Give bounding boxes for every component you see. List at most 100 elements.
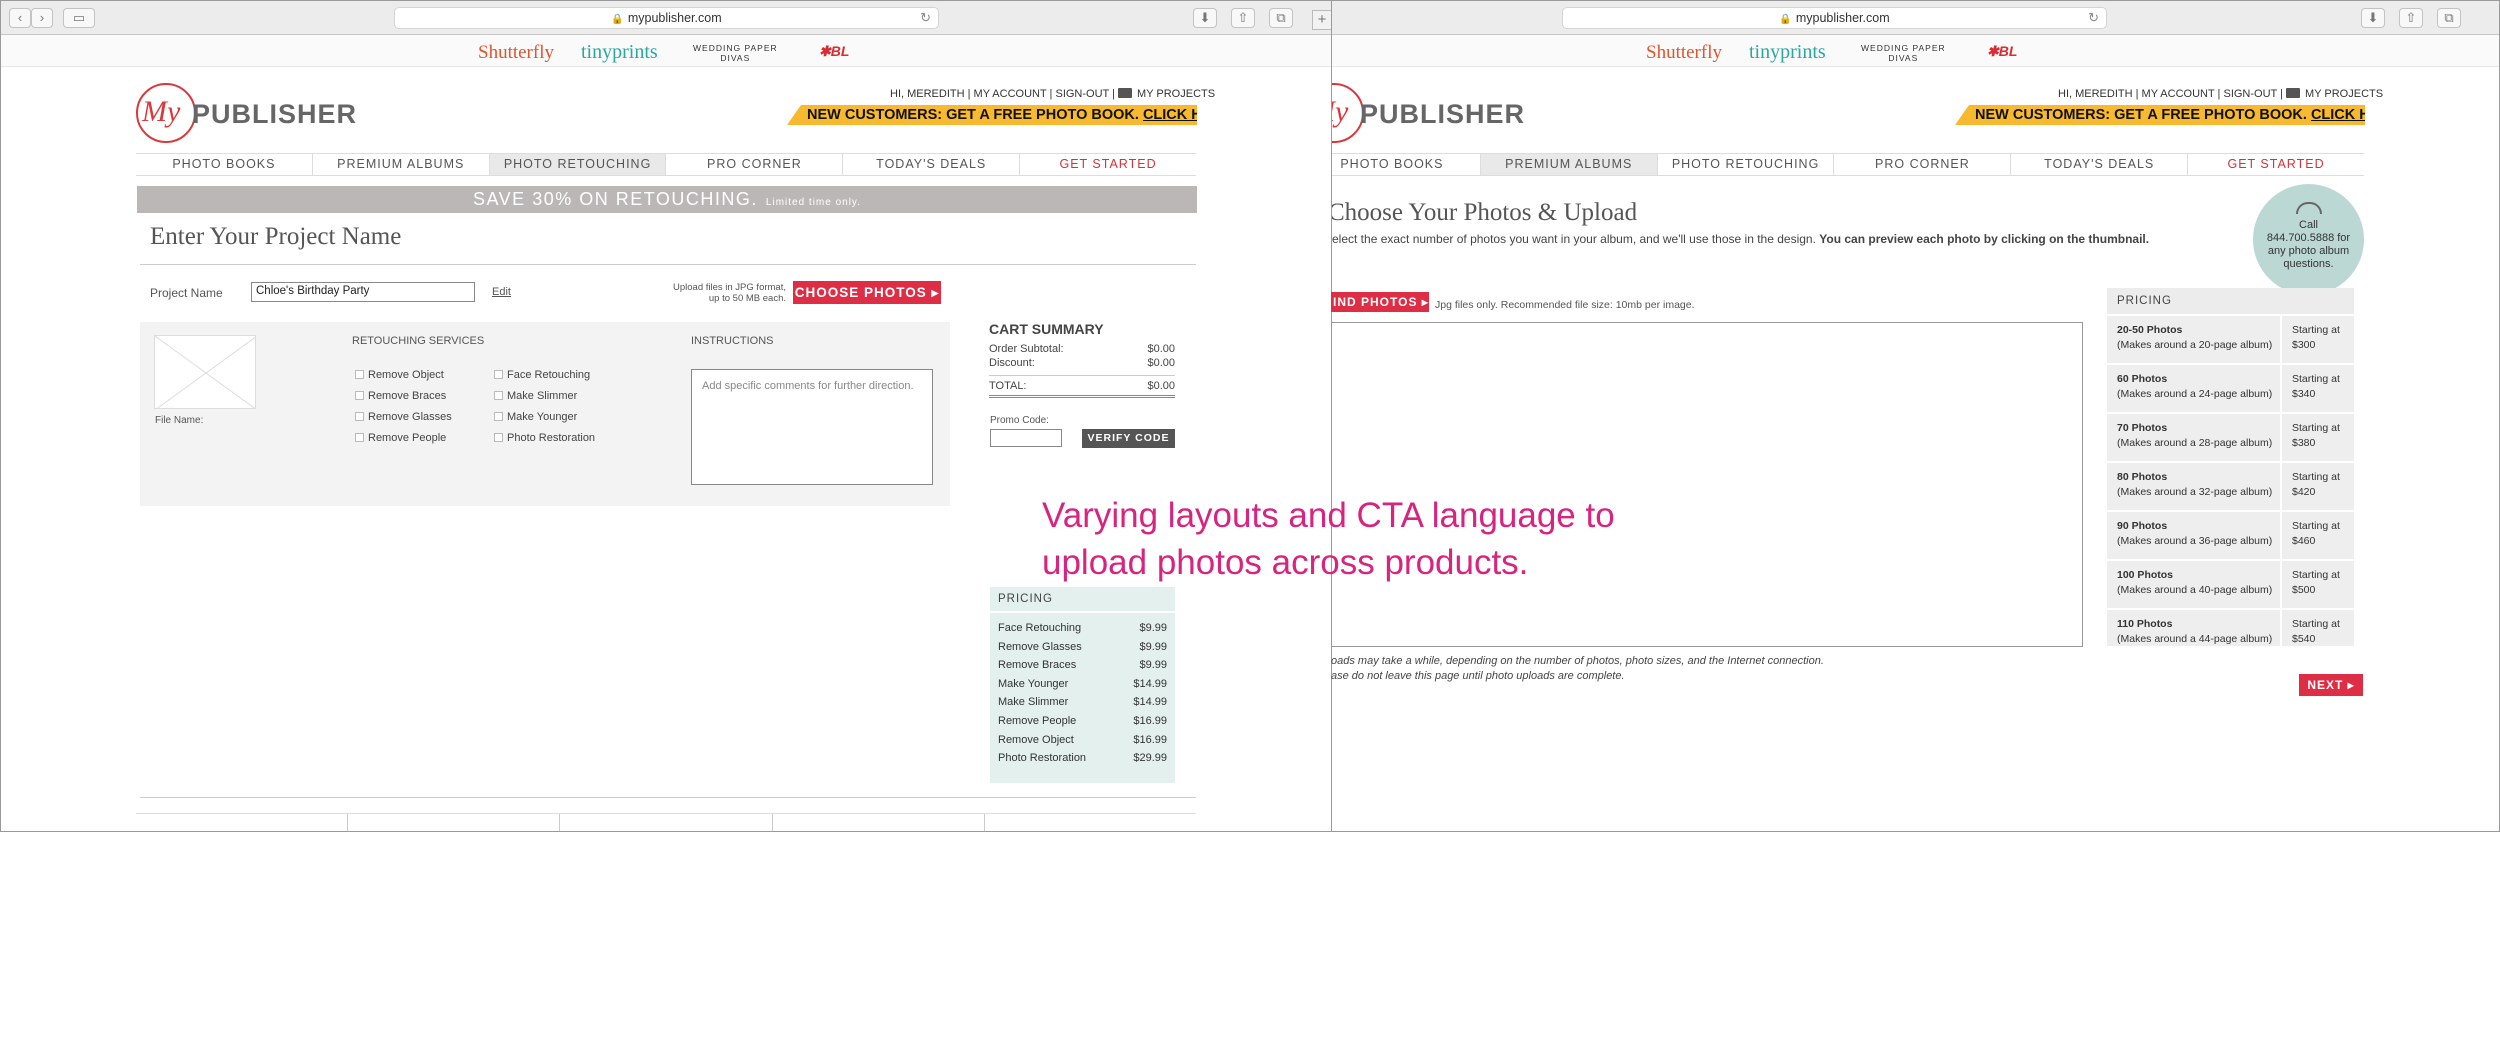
instructions-textarea[interactable]: Add specific comments for further direct… bbox=[691, 369, 933, 485]
pricing-from: Starting at bbox=[2292, 422, 2340, 434]
sidebar-icon[interactable]: ▭ bbox=[63, 8, 95, 28]
pricing-desc: (Makes around a 32-page album) bbox=[2117, 485, 2273, 498]
nav-photo-retouching[interactable]: PHOTO RETOUCHING bbox=[1658, 154, 1835, 175]
price-item-price: $9.99 bbox=[1139, 622, 1167, 634]
tinyprints-link[interactable]: tinyprints bbox=[581, 41, 658, 64]
nav-todays-deals[interactable]: TODAY'S DEALS bbox=[843, 154, 1021, 175]
bl-link[interactable]: ✱BL bbox=[819, 43, 849, 60]
checkbox-remove-glasses[interactable]: Remove Glasses bbox=[355, 411, 452, 423]
pricing-photos: 70 Photos bbox=[2117, 422, 2168, 434]
cart-row-value: $0.00 bbox=[1147, 343, 1175, 355]
forward-icon[interactable]: › bbox=[31, 8, 53, 28]
nav-photo-books[interactable]: PHOTO BOOKS bbox=[1332, 154, 1481, 175]
reload-icon[interactable]: ↻ bbox=[920, 8, 931, 28]
my-account-link[interactable]: MY ACCOUNT bbox=[974, 88, 1047, 100]
upload-note-line2: ase do not leave this page until photo u… bbox=[1331, 670, 1625, 682]
checkbox-box[interactable] bbox=[355, 370, 364, 379]
pricing-photos: 60 Photos bbox=[2117, 373, 2168, 385]
checkbox-make-younger[interactable]: Make Younger bbox=[494, 411, 577, 423]
nav-pro-corner[interactable]: PRO CORNER bbox=[666, 154, 844, 175]
price-item-name: Face Retouching bbox=[998, 622, 1082, 634]
promo-click-here-link[interactable]: CLICK HERE bbox=[1143, 107, 1197, 123]
back-icon[interactable]: ‹ bbox=[9, 8, 31, 28]
nav-pro-corner[interactable]: PRO CORNER bbox=[1834, 154, 2012, 175]
choose-photos-button[interactable]: CHOOSE PHOTOS ▸ bbox=[793, 281, 941, 304]
address-bar[interactable]: 🔒 mypublisher.com ↻ bbox=[1562, 7, 2107, 29]
checkbox-remove-braces[interactable]: Remove Braces bbox=[355, 390, 446, 402]
share-icon[interactable]: ⇧ bbox=[1231, 8, 1255, 28]
nav-photo-books[interactable]: PHOTO BOOKS bbox=[136, 154, 313, 175]
photo-thumbnail[interactable] bbox=[154, 335, 256, 409]
pricing-row: Face Retouching $9.99 bbox=[990, 619, 1175, 638]
sign-out-link[interactable]: SIGN-OUT bbox=[2223, 88, 2277, 100]
checkbox-face-retouching[interactable]: Face Retouching bbox=[494, 369, 590, 381]
tabs-icon[interactable]: ⧉ bbox=[2437, 8, 2461, 28]
tabs-icon[interactable]: ⧉ bbox=[1269, 8, 1293, 28]
checkbox-box[interactable] bbox=[355, 412, 364, 421]
reload-icon[interactable]: ↻ bbox=[2088, 8, 2099, 28]
project-name-input[interactable]: Chloe's Birthday Party bbox=[251, 282, 475, 302]
pricing-desc: (Makes around a 44-page album) bbox=[2117, 632, 2273, 645]
wedding-paper-divas-link[interactable]: WEDDING PAPER DIVAS bbox=[1861, 43, 1946, 63]
checkbox-box[interactable] bbox=[494, 370, 503, 379]
nav-get-started[interactable]: GET STARTED bbox=[2188, 154, 2364, 175]
download-icon[interactable]: ⬇ bbox=[1193, 8, 1217, 28]
wedding-paper-divas-link[interactable]: WEDDING PAPER DIVAS bbox=[693, 43, 778, 63]
brand-bar: Shutterfly tinyprints WEDDING PAPER DIVAS… bbox=[1, 35, 1331, 67]
sign-out-link[interactable]: SIGN-OUT bbox=[1055, 88, 1109, 100]
pricing-photos: 90 Photos bbox=[2117, 520, 2168, 532]
nav-premium-albums[interactable]: PREMIUM ALBUMS bbox=[1480, 154, 1658, 175]
my-projects-link[interactable]: MY PROJECTS bbox=[1137, 88, 1215, 100]
find-photos-button[interactable]: IND PHOTOS ▸ bbox=[1331, 292, 1429, 312]
checkbox-label: Photo Restoration bbox=[507, 432, 596, 444]
pricing-price: $500 bbox=[2292, 583, 2316, 596]
sale-main-text: SAVE 30% ON RETOUCHING. bbox=[473, 189, 758, 209]
checkbox-box[interactable] bbox=[494, 412, 503, 421]
nav-todays-deals[interactable]: TODAY'S DEALS bbox=[2011, 154, 2189, 175]
download-icon[interactable]: ⬇ bbox=[2361, 8, 2385, 28]
checkbox-photo-restoration[interactable]: Photo Restoration bbox=[494, 432, 595, 444]
subtitle-text: elect the exact number of photos you wan… bbox=[1332, 232, 1816, 246]
checkbox-box[interactable] bbox=[355, 433, 364, 442]
checkbox-label: Remove Object bbox=[368, 369, 444, 381]
new-tab-icon[interactable]: + bbox=[1312, 10, 1331, 30]
price-item-price: $16.99 bbox=[1133, 733, 1167, 746]
checkbox-remove-object[interactable]: Remove Object bbox=[355, 369, 444, 381]
checkbox-box[interactable] bbox=[355, 391, 364, 400]
upload-note-line2: up to 50 MB each. bbox=[708, 293, 786, 304]
pricing-rows: Face Retouching $9.99 Remove Glasses $9.99… bbox=[990, 613, 1175, 768]
promo-code-input[interactable] bbox=[990, 429, 1062, 447]
promo-click-here-link[interactable]: CLICK HERE bbox=[2311, 107, 2365, 123]
tinyprints-link[interactable]: tinyprints bbox=[1749, 41, 1826, 64]
verify-code-button[interactable]: VERIFY CODE bbox=[1082, 429, 1175, 448]
photo-drop-zone[interactable] bbox=[1331, 322, 2083, 647]
pricing-row: 70 Photos (Makes around a 28-page album) S… bbox=[2107, 414, 2354, 463]
my-account-link[interactable]: MY ACCOUNT bbox=[2142, 88, 2215, 100]
next-button[interactable]: NEXT ▸ bbox=[2299, 674, 2363, 696]
address-bar[interactable]: 🔒 mypublisher.com ↻ bbox=[394, 7, 939, 29]
shutterfly-link[interactable]: Shutterfly bbox=[478, 42, 554, 64]
checkbox-box[interactable] bbox=[494, 391, 503, 400]
pricing-cell-photos: 70 Photos (Makes around a 28-page album) bbox=[2107, 414, 2282, 461]
pricing-cell-photos: 80 Photos (Makes around a 32-page album) bbox=[2107, 463, 2282, 510]
share-icon[interactable]: ⇧ bbox=[2399, 8, 2423, 28]
mypublisher-logo[interactable]: My PUBLISHER bbox=[1332, 83, 1524, 145]
pricing-row: 60 Photos (Makes around a 24-page album) S… bbox=[2107, 365, 2354, 414]
mypublisher-logo[interactable]: My PUBLISHER bbox=[136, 83, 356, 145]
pricing-row: Make Younger $14.99 bbox=[990, 675, 1175, 694]
nav-premium-albums[interactable]: PREMIUM ALBUMS bbox=[313, 154, 490, 175]
shutterfly-link[interactable]: Shutterfly bbox=[1646, 42, 1722, 64]
checkbox-make-slimmer[interactable]: Make Slimmer bbox=[494, 390, 577, 402]
edit-link[interactable]: Edit bbox=[492, 286, 511, 298]
placeholder-image-icon bbox=[155, 336, 255, 408]
nav-photo-retouching[interactable]: PHOTO RETOUCHING bbox=[489, 154, 667, 175]
nav-get-started[interactable]: GET STARTED bbox=[1020, 154, 1196, 175]
checkbox-remove-people[interactable]: Remove People bbox=[355, 432, 446, 444]
bl-link[interactable]: ✱BL bbox=[1987, 43, 2017, 60]
checkbox-box[interactable] bbox=[494, 433, 503, 442]
browser-toolbar: ‹ › ▭ 🔒 mypublisher.com ↻ ⬇ ⇧ ⧉ bbox=[1, 1, 1331, 35]
call-phone-number[interactable]: 844.700.5888 for bbox=[2267, 232, 2350, 244]
pricing-cell-price: Starting at $500 bbox=[2282, 561, 2354, 608]
pricing-cell-photos: 20-50 Photos (Makes around a 20-page albu… bbox=[2107, 316, 2282, 363]
my-projects-link[interactable]: MY PROJECTS bbox=[2305, 88, 2383, 100]
